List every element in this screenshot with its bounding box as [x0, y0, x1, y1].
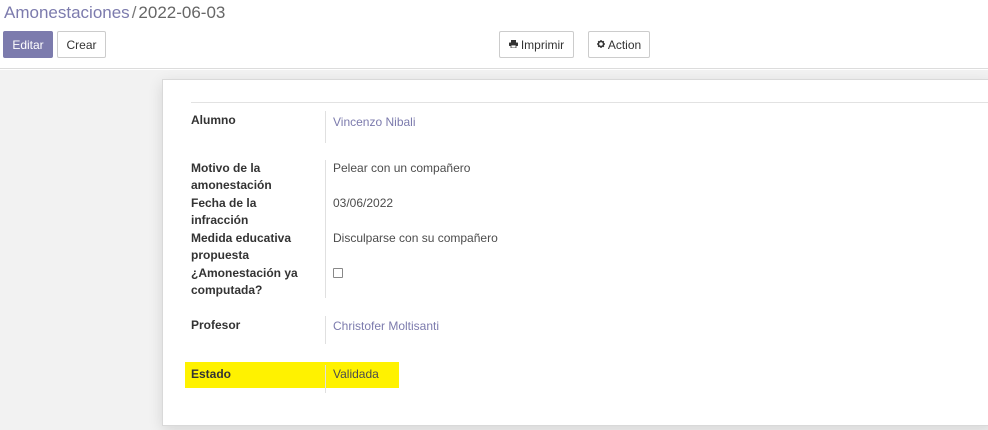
estado-label: Estado: [191, 367, 232, 381]
medida-label: Medida educativa propuesta: [191, 230, 321, 264]
computada-checkbox[interactable]: [333, 268, 343, 278]
computada-label-line2: computada?: [191, 283, 263, 297]
gear-icon: [596, 39, 605, 50]
fecha-value: 03/06/2022: [333, 196, 394, 210]
breadcrumb: Amonestaciones/2022-06-03: [4, 3, 225, 23]
fecha-label-line1: Fecha de la: [191, 196, 257, 210]
print-icon: [508, 39, 518, 50]
motivo-label-line2: amonestación: [191, 178, 272, 192]
create-button-label: Crear: [66, 37, 97, 52]
alumno-label: Alumno: [191, 113, 236, 127]
breadcrumb-parent-link[interactable]: Amonestaciones: [4, 3, 130, 22]
create-button[interactable]: Crear: [57, 31, 106, 58]
control-panel: Amonestaciones/2022-06-03 Editar Crear I…: [0, 0, 988, 69]
motivo-label: Motivo de la amonestación: [191, 160, 321, 194]
edit-button-label: Editar: [12, 37, 44, 52]
medida-label-line1: Medida educativa: [191, 231, 292, 245]
field-separator: [325, 111, 326, 143]
action-button-label: Action: [607, 37, 642, 52]
fecha-label-line2: infracción: [191, 213, 249, 227]
action-button[interactable]: Action: [588, 31, 650, 58]
print-button[interactable]: Imprimir: [499, 31, 574, 58]
field-separator: [325, 160, 326, 298]
medida-label-line2: propuesta: [191, 248, 250, 262]
medida-value: Disculparse con su compañero: [333, 231, 498, 245]
estado-value: Validada: [333, 367, 379, 381]
computada-label: ¿Amonestación ya computada?: [191, 265, 321, 299]
alumno-link[interactable]: Vincenzo Nibali: [333, 114, 416, 131]
field-separator: [325, 365, 326, 393]
print-button-label: Imprimir: [520, 37, 565, 52]
field-separator: [325, 316, 326, 344]
edit-button[interactable]: Editar: [3, 31, 53, 58]
fecha-label: Fecha de la infracción: [191, 195, 321, 229]
motivo-label-line1: Motivo de la: [191, 161, 261, 175]
profesor-link[interactable]: Christofer Moltisanti: [333, 318, 439, 335]
computada-label-line1: ¿Amonestación ya: [191, 266, 298, 280]
motivo-value: Pelear con un compañero: [333, 161, 471, 175]
profesor-label: Profesor: [191, 318, 241, 332]
sheet-divider: [191, 102, 988, 103]
breadcrumb-current: 2022-06-03: [138, 3, 226, 22]
